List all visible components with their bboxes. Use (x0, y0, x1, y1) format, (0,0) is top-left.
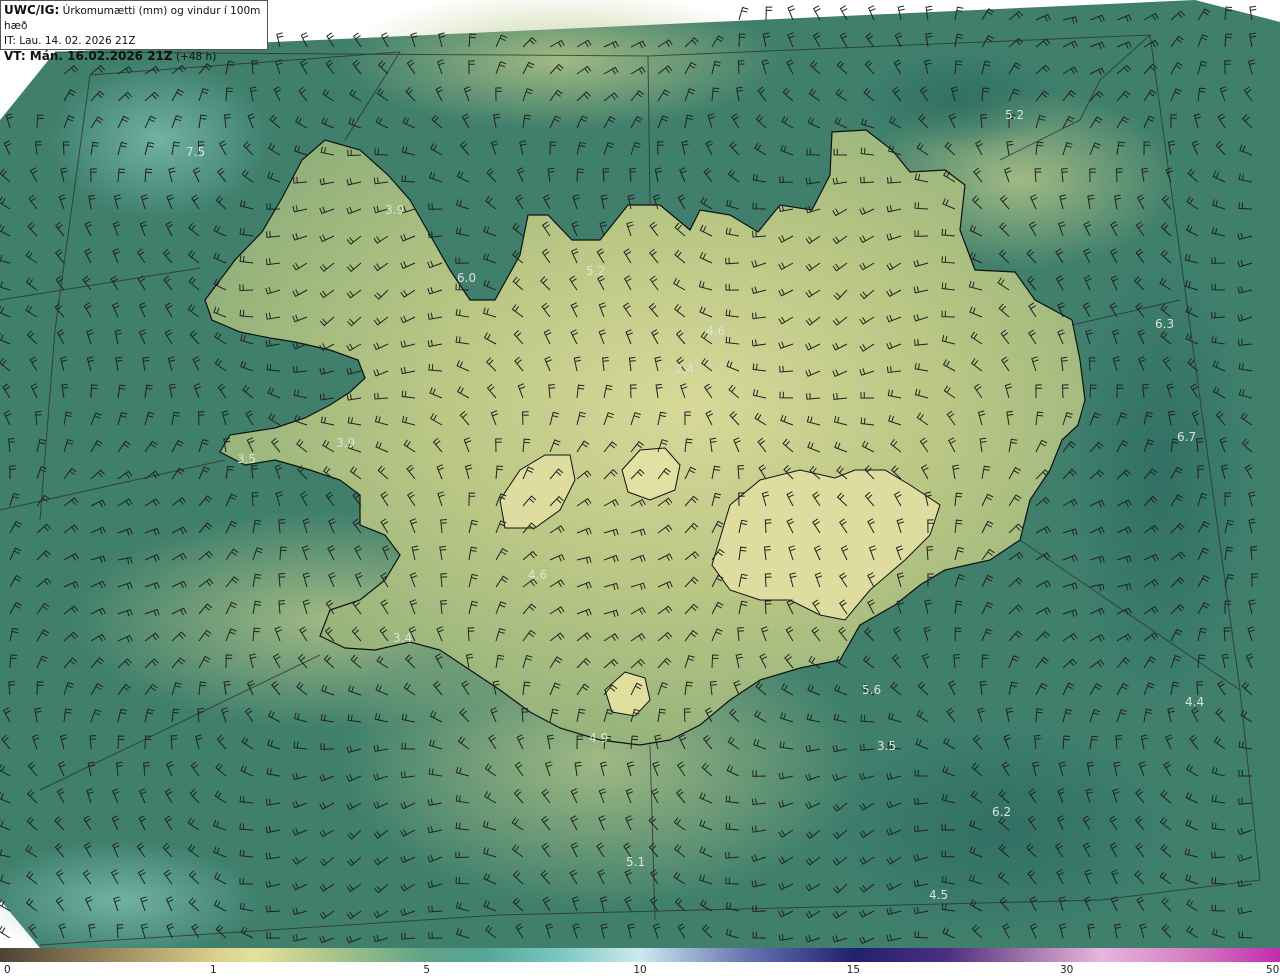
colorbar-tick-label: 50 (1266, 964, 1280, 976)
map-value-label: 3.9 (385, 203, 404, 217)
info-title: UWC/IG: Úrkomumætti (mm) og vindur í 100… (4, 3, 264, 34)
map-value-label: 6.0 (457, 271, 476, 285)
precip-field (830, 720, 1170, 940)
map-info-box: UWC/IG: Úrkomumætti (mm) og vindur í 100… (0, 0, 268, 63)
map-canvas: 7.5 3.9 6.0 5.2 4.6 2.4 5.2 6.3 6.7 3.9 … (0, 0, 1280, 948)
map-value-label: 5.6 (862, 683, 881, 697)
map-value-label: 3.4 (393, 631, 412, 645)
initial-time: IT: Lau. 14. 02. 2026 21Z (4, 35, 136, 47)
map-value-label: 3.5 (877, 739, 896, 753)
map-value-label: 3.5 (237, 452, 256, 466)
map-value-label: 4.9 (589, 731, 608, 745)
map-value-label: 2.4 (675, 362, 694, 376)
map-value-label: 4.6 (528, 568, 547, 582)
map-value-label: 6.3 (1155, 317, 1174, 331)
colorbar-tick-label: 30 (1059, 964, 1074, 976)
colorbar-tick-label: 0 (4, 964, 11, 976)
map-value-label: 4.5 (929, 888, 948, 902)
valid-time-row: VT: Mán. 16.02.2026 21Z (+48 h) (4, 49, 264, 65)
product-code: UWC/IG: (4, 3, 60, 17)
map-value-label: 6.2 (992, 805, 1011, 819)
lead-time: (+48 h) (172, 51, 217, 63)
map-value-label: 5.2 (1005, 108, 1024, 122)
map-value-label: 4.6 (706, 324, 725, 338)
colorbar-tick-label: 1 (209, 964, 217, 976)
colorbar-legend: 0 1 5 10 15 30 50 (0, 948, 1280, 978)
map-value-label: 4.4 (1185, 695, 1204, 709)
colorbar-tick-label: 15 (846, 964, 861, 976)
map-value-label: 5.2 (586, 264, 605, 278)
colorbar-tick-label: 10 (633, 964, 647, 976)
map-value-label: 5.1 (626, 855, 645, 869)
map-value-label: 6.7 (1177, 430, 1196, 444)
forecast-map[interactable]: 7.5 3.9 6.0 5.2 4.6 2.4 5.2 6.3 6.7 3.9 … (0, 0, 1280, 948)
colorbar-gradient (0, 948, 1280, 962)
colorbar-tick-label: 5 (423, 964, 430, 976)
valid-time: VT: Mán. 16.02.2026 21Z (4, 49, 173, 63)
precip-field (50, 60, 270, 220)
map-value-label: 7.5 (186, 145, 205, 159)
map-value-label: 3.9 (336, 436, 355, 450)
